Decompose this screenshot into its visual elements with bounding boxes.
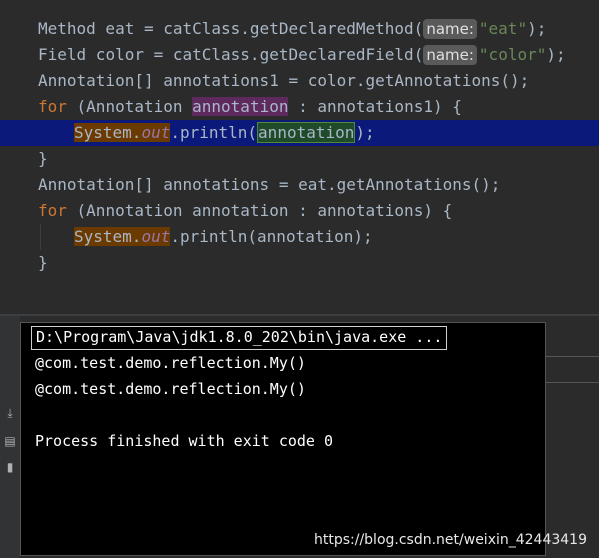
code-line-9[interactable]: System.out.println(annotation);: [0, 224, 599, 250]
code-line-8[interactable]: for (Annotation annotation : annotations…: [0, 198, 599, 224]
code-text: (Annotation: [66, 97, 193, 116]
type-name: Field: [38, 45, 87, 64]
divider: [546, 356, 599, 357]
class-name: System.: [74, 227, 142, 246]
code-text: .println(annotation);: [170, 227, 373, 246]
trash-icon[interactable]: ▮: [3, 460, 17, 474]
code-text: );: [527, 19, 547, 38]
code-text: eat = catClass.getDeclaredMethod(: [95, 19, 424, 38]
parameter-hint: name:: [423, 45, 477, 65]
keyword: for: [38, 201, 67, 220]
highlighted-call: System.out: [74, 227, 171, 246]
exit-message: Process finished with exit code 0: [35, 432, 334, 450]
code-text: Annotation[] annotations1 = color.getAnn…: [38, 71, 530, 90]
code-text: color = catClass.getDeclaredField(: [86, 45, 424, 64]
code-editor[interactable]: Method eat = catClass.getDeclaredMethod(…: [0, 0, 599, 314]
highlighted-variable: annotation: [192, 97, 289, 116]
code-line-4[interactable]: for (Annotation annotation : annotations…: [0, 94, 599, 120]
ide-window: Method eat = catClass.getDeclaredMethod(…: [0, 0, 599, 558]
code-line-5-current[interactable]: System.out.println(annotation);: [0, 120, 599, 146]
code-line-6[interactable]: }: [0, 146, 599, 172]
static-field: out: [141, 123, 171, 142]
code-line-1[interactable]: Method eat = catClass.getDeclaredMethod(…: [0, 16, 599, 42]
parameter-hint: name:: [423, 19, 477, 39]
string-literal: "eat": [478, 19, 528, 38]
code-text: );: [355, 123, 375, 142]
keyword: for: [38, 97, 67, 116]
code-line-2[interactable]: Field color = catClass.getDeclaredField(…: [0, 42, 599, 68]
code-text: Annotation[] annotations = eat.getAnnota…: [38, 175, 501, 194]
code-text: .println(: [170, 123, 258, 142]
closing-brace: }: [38, 253, 48, 272]
code-line-3[interactable]: Annotation[] annotations1 = color.getAnn…: [0, 68, 599, 94]
divider: [546, 382, 599, 383]
code-text: );: [546, 45, 566, 64]
code-text: (Annotation annotation : annotations) {: [66, 201, 453, 220]
watermark: https://blog.csdn.net/weixin_42443419: [313, 532, 587, 548]
type-name: Method: [38, 19, 96, 38]
code-line-7[interactable]: Annotation[] annotations = eat.getAnnota…: [0, 172, 599, 198]
console-output-line: @com.test.demo.reflection.My(): [35, 380, 306, 398]
run-command: D:\Program\Java\jdk1.8.0_202\bin\java.ex…: [31, 326, 448, 350]
class-name: System.: [74, 123, 142, 142]
closing-brace: }: [38, 149, 48, 168]
code-text: : annotations1) {: [288, 97, 462, 116]
static-field: out: [141, 227, 171, 246]
highlighted-call: System.out: [74, 123, 171, 142]
print-icon[interactable]: ▤: [3, 434, 17, 448]
code-line-10[interactable]: }: [0, 250, 599, 276]
console-output-line: @com.test.demo.reflection.My(): [35, 354, 306, 372]
scroll-end-icon[interactable]: ⤓: [3, 406, 17, 420]
highlighted-argument: annotation: [257, 122, 356, 143]
console-toolbar: ⤓ ▤ ▮: [0, 316, 20, 558]
string-literal: "color": [478, 45, 547, 64]
right-panel: [546, 316, 599, 558]
console-output[interactable]: D:\Program\Java\jdk1.8.0_202\bin\java.ex…: [20, 322, 546, 556]
